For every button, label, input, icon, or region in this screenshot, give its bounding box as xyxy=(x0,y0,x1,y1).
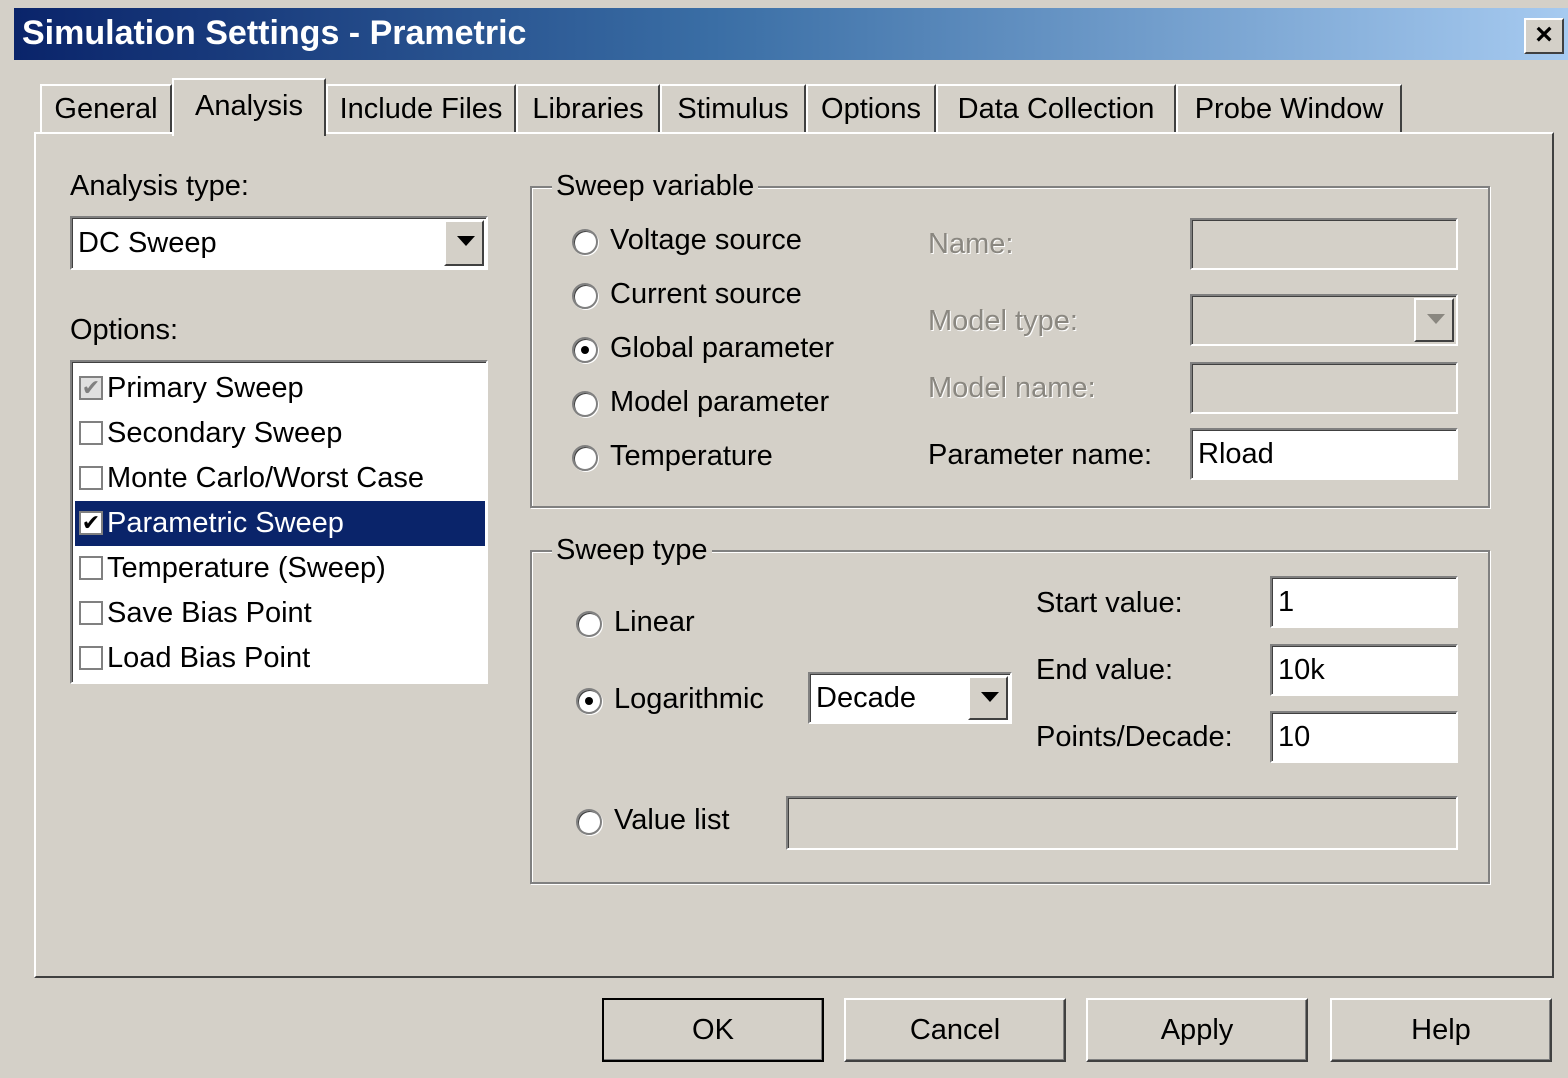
name-label: Name: xyxy=(928,228,1014,260)
radio-label-current-source: Current source xyxy=(610,278,802,310)
ok-button[interactable]: OK xyxy=(602,998,824,1062)
option-secondary-sweep[interactable]: Secondary Sweep xyxy=(75,411,485,456)
chevron-down-icon[interactable] xyxy=(968,676,1008,720)
analysis-type-label: Analysis type: xyxy=(70,170,249,202)
radio-model-parameter[interactable] xyxy=(572,391,598,417)
checkbox-icon[interactable] xyxy=(79,601,103,625)
radio-label-linear: Linear xyxy=(614,606,695,638)
end-value: 10k xyxy=(1278,654,1325,686)
model-type-label: Model type: xyxy=(928,305,1078,337)
points-per-decade-label: Points/Decade: xyxy=(1036,721,1233,753)
log-scale-value: Decade xyxy=(816,682,916,714)
radio-current-source[interactable] xyxy=(572,283,598,309)
name-field[interactable] xyxy=(1190,218,1458,270)
points-per-decade-field[interactable]: 10 xyxy=(1270,711,1458,763)
option-label: Monte Carlo/Worst Case xyxy=(107,462,424,494)
tab-label: Include Files xyxy=(339,93,503,125)
checkbox-icon[interactable] xyxy=(79,466,103,490)
tab-label: Libraries xyxy=(532,93,644,125)
end-value-field[interactable]: 10k xyxy=(1270,644,1458,696)
radio-label-temperature: Temperature xyxy=(610,440,773,472)
tab-options[interactable]: Options xyxy=(806,84,936,132)
checkbox-icon[interactable]: ✔ xyxy=(79,376,103,400)
option-label: Parametric Sweep xyxy=(107,507,344,539)
radio-temperature[interactable] xyxy=(572,445,598,471)
radio-label-global-parameter: Global parameter xyxy=(610,332,835,364)
parameter-name-value: Rload xyxy=(1198,438,1274,470)
option-temperature-sweep[interactable]: Temperature (Sweep) xyxy=(75,546,485,591)
tab-analysis[interactable]: Analysis xyxy=(172,78,326,136)
options-list[interactable]: ✔ Primary Sweep Secondary Sweep Monte Ca… xyxy=(70,360,488,684)
parameter-name-label: Parameter name: xyxy=(928,439,1153,471)
chevron-down-icon[interactable] xyxy=(444,220,484,266)
tab-stimulus[interactable]: Stimulus xyxy=(660,84,806,132)
start-value-label: Start value: xyxy=(1036,587,1183,619)
checkbox-icon[interactable]: ✔ xyxy=(79,511,103,535)
model-type-select[interactable] xyxy=(1190,294,1458,346)
sweep-variable-legend: Sweep variable xyxy=(552,170,759,203)
radio-logarithmic[interactable] xyxy=(576,688,602,714)
start-value: 1 xyxy=(1278,586,1295,618)
tab-label: Data Collection xyxy=(957,93,1155,125)
analysis-type-value: DC Sweep xyxy=(78,227,217,259)
tab-label: General xyxy=(54,93,158,125)
model-name-field[interactable] xyxy=(1190,362,1458,414)
apply-label: Apply xyxy=(1160,1014,1234,1046)
points-per-decade-value: 10 xyxy=(1278,721,1311,753)
log-scale-select[interactable]: Decade xyxy=(808,672,1012,724)
tab-label: Analysis xyxy=(195,90,303,122)
option-label: Temperature (Sweep) xyxy=(107,552,386,584)
option-monte-carlo[interactable]: Monte Carlo/Worst Case xyxy=(75,456,485,501)
start-value-field[interactable]: 1 xyxy=(1270,576,1458,628)
help-button[interactable]: Help xyxy=(1330,998,1552,1062)
chevron-down-icon[interactable] xyxy=(1414,298,1454,342)
help-label: Help xyxy=(1411,1014,1471,1046)
cancel-button[interactable]: Cancel xyxy=(844,998,1066,1062)
tab-general[interactable]: General xyxy=(40,84,172,132)
tab-include-files[interactable]: Include Files xyxy=(326,84,516,132)
model-name-label: Model name: xyxy=(928,372,1096,404)
radio-label-value-list: Value list xyxy=(614,804,730,836)
radio-label-voltage-source: Voltage source xyxy=(610,224,802,256)
tab-probe-window[interactable]: Probe Window xyxy=(1176,84,1402,132)
tab-label: Stimulus xyxy=(677,93,789,125)
window-title: Simulation Settings - Prametric xyxy=(22,14,527,52)
tab-label: Options xyxy=(821,93,921,125)
radio-label-logarithmic: Logarithmic xyxy=(614,683,764,715)
sweep-type-legend: Sweep type xyxy=(552,534,712,567)
title-bar[interactable]: Simulation Settings - Prametric xyxy=(14,8,1568,60)
tab-data-collection[interactable]: Data Collection xyxy=(936,84,1176,132)
radio-voltage-source[interactable] xyxy=(572,229,598,255)
option-primary-sweep[interactable]: ✔ Primary Sweep xyxy=(75,366,485,411)
tab-label: Probe Window xyxy=(1194,93,1384,125)
option-label: Secondary Sweep xyxy=(107,417,343,449)
option-save-bias-point[interactable]: Save Bias Point xyxy=(75,591,485,636)
radio-global-parameter[interactable] xyxy=(572,337,598,363)
parameter-name-field[interactable]: Rload xyxy=(1190,428,1458,480)
cancel-label: Cancel xyxy=(909,1014,1001,1046)
radio-value-list[interactable] xyxy=(576,809,602,835)
ok-label: OK xyxy=(692,1014,734,1046)
apply-button[interactable]: Apply xyxy=(1086,998,1308,1062)
option-label: Save Bias Point xyxy=(107,597,312,629)
option-load-bias-point[interactable]: Load Bias Point xyxy=(75,636,485,681)
options-label: Options: xyxy=(70,314,178,346)
checkbox-icon[interactable] xyxy=(79,421,103,445)
option-label: Primary Sweep xyxy=(107,372,304,404)
value-list-field[interactable] xyxy=(786,796,1458,850)
close-button[interactable]: × xyxy=(1524,18,1564,54)
option-label: Load Bias Point xyxy=(107,642,311,674)
close-icon: × xyxy=(1535,18,1553,51)
radio-label-model-parameter: Model parameter xyxy=(610,386,830,418)
tab-libraries[interactable]: Libraries xyxy=(516,84,660,132)
checkbox-icon[interactable] xyxy=(79,646,103,670)
analysis-type-select[interactable]: DC Sweep xyxy=(70,216,488,270)
radio-linear[interactable] xyxy=(576,611,602,637)
checkbox-icon[interactable] xyxy=(79,556,103,580)
option-parametric-sweep[interactable]: ✔ Parametric Sweep xyxy=(75,501,485,546)
end-value-label: End value: xyxy=(1036,654,1174,686)
